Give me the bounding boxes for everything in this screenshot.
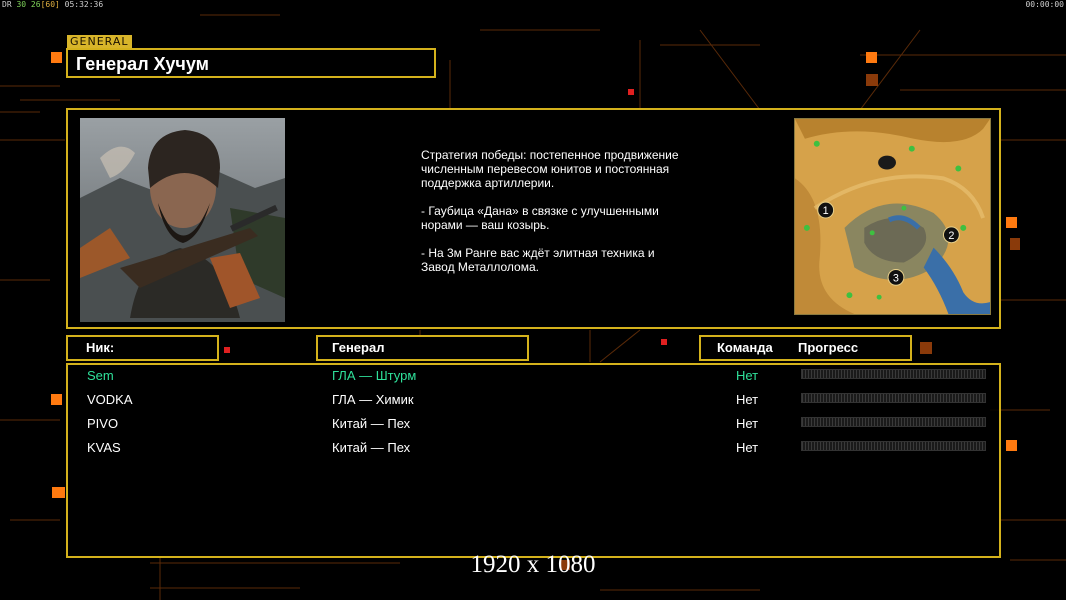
resolution-label: 1920 x 1080 [470, 551, 596, 578]
player-team: Нет [736, 392, 759, 407]
svg-text:2: 2 [948, 230, 954, 242]
player-nick: Sem [87, 368, 114, 383]
description-strategy: Стратегия победы: постепенное продвижени… [421, 148, 679, 190]
general-portrait [80, 118, 285, 322]
hud-clock: 00:00:00 [1025, 0, 1064, 9]
player-row[interactable]: KVAS Китай — Пех Нет [68, 437, 999, 459]
column-header-team: Команда [717, 340, 773, 355]
svg-text:3: 3 [893, 272, 899, 284]
player-row[interactable]: VODKA ГЛА — Химик Нет [68, 389, 999, 411]
map-start-marker-3: 3 [887, 268, 905, 286]
player-progress-bar [801, 369, 986, 379]
minimap[interactable]: 1 2 3 [794, 118, 991, 315]
general-tag: GENERAL [67, 35, 132, 48]
player-row[interactable]: Sem ГЛА — Штурм Нет [68, 365, 999, 387]
general-title-box: Генерал Хучум [66, 48, 436, 78]
map-start-marker-2: 2 [942, 226, 960, 244]
player-general: ГЛА — Химик [332, 392, 414, 407]
player-general: Китай — Пех [332, 416, 411, 431]
general-description: Стратегия победы: постепенное продвижени… [421, 148, 681, 288]
player-progress-bar [801, 441, 986, 451]
hud-fps-counter: DR 30 26[60] 05:32:36 [2, 0, 104, 9]
svg-text:1: 1 [823, 205, 829, 217]
description-tip-2: - На 3м Ранге вас ждёт элитная техника и… [421, 246, 655, 274]
column-header-general: Генерал [316, 335, 529, 361]
column-header-team-progress: Команда Прогресс [699, 335, 912, 361]
column-header-nick: Ник: [66, 335, 219, 361]
player-team: Нет [736, 416, 759, 431]
description-tip-1: - Гаубица «Дана» в связке с улучшенными … [421, 204, 659, 232]
player-team: Нет [736, 440, 759, 455]
player-nick: VODKA [87, 392, 133, 407]
player-general: ГЛА — Штурм [332, 368, 417, 383]
player-team: Нет [736, 368, 759, 383]
player-progress-bar [801, 417, 986, 427]
map-start-marker-1: 1 [817, 201, 835, 219]
general-info-panel: Стратегия победы: постепенное продвижени… [66, 108, 1001, 329]
player-progress-bar [801, 393, 986, 403]
column-header-progress: Прогресс [798, 340, 859, 355]
player-nick: KVAS [87, 440, 121, 455]
general-name: Генерал Хучум [76, 54, 209, 74]
player-general: Китай — Пех [332, 440, 411, 455]
player-nick: PIVO [87, 416, 119, 431]
player-list: Sem ГЛА — Штурм Нет VODKA ГЛА — Химик Не… [66, 363, 1001, 558]
player-row[interactable]: PIVO Китай — Пех Нет [68, 413, 999, 435]
